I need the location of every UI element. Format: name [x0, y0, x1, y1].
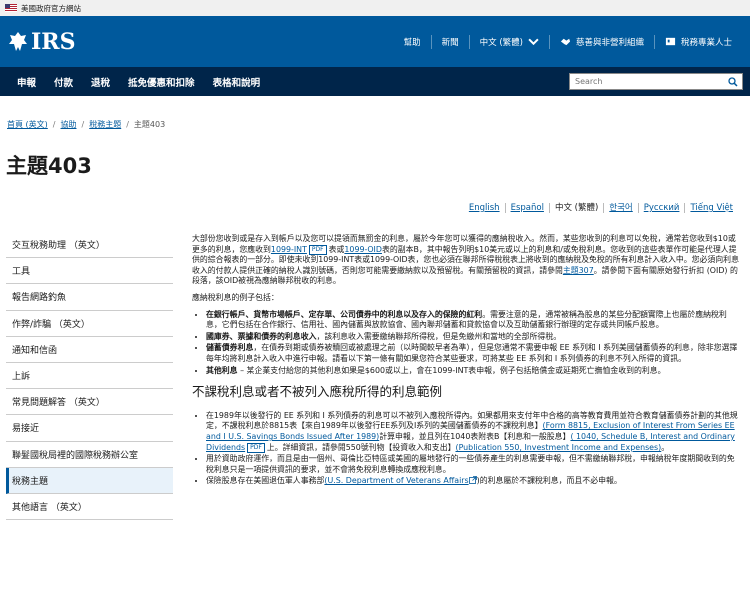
list-item: 國庫券、票據和債券的利息收入，該利息收入需要繳納聯邦所得稅，但是免繳州和當地的全…: [206, 332, 739, 343]
nav-forms-instructions[interactable]: 表格和說明: [204, 75, 270, 89]
nav-credits-deductions[interactable]: 抵免優惠和扣除: [119, 75, 204, 89]
charities-label: 慈善與非營利組織: [575, 37, 644, 48]
nontaxable-heading: 不課稅利息或者不被列入應稅所得的利息範例: [192, 384, 443, 400]
side-nav: 交互稅務助理 （英文） 工具 報告網路釣魚 作弊/詐騙 （英文） 通知和信函 上…: [6, 232, 173, 521]
list-item-text: ，在債券到期或債券被贖回或被處理之前（以時間較早者為準），但是您通常不需要申報 …: [206, 343, 738, 363]
id-card-icon: [665, 37, 676, 46]
breadcrumb-separator: /: [126, 120, 129, 129]
help-label: 幫助: [403, 37, 421, 48]
gov-banner-text: 美國政府官方網站: [21, 3, 81, 13]
page-title: 主題403: [6, 154, 92, 178]
breadcrumb-tax-topics[interactable]: 稅務主題: [89, 119, 121, 130]
lang-chinese-traditional: 中文 (繁體): [548, 203, 603, 213]
sidenav-item-other-languages[interactable]: 其他語言 （英文）: [6, 494, 173, 521]
tax-pros-link[interactable]: 稅務專業人士: [653, 34, 742, 49]
utility-nav: 幫助 新聞 中文 (繁體) 慈善與非營利組織 稅務專業人士: [394, 34, 742, 49]
logo-text: IRS: [31, 28, 76, 55]
list-item: 其他利息 – 某企業支付給您的其他利息如果是$600或以上，會在1099-INT…: [206, 366, 739, 377]
lang-korean[interactable]: 한국어: [609, 203, 632, 213]
veterans-affairs-link[interactable]: (U.S. Department of Veterans Affairs: [324, 476, 468, 485]
language-selector[interactable]: 中文 (繁體): [468, 34, 549, 49]
lang-spanish[interactable]: Español: [511, 203, 544, 213]
tax-pros-label: 稅務專業人士: [680, 37, 732, 48]
list-item-text: 。: [661, 442, 670, 452]
list-item-bold: 其他利息: [206, 365, 238, 375]
list-item: 在銀行帳戶、貨幣市場帳戶、定存單、公司債券中的利息以及存入的保險的紅利。需要注意…: [206, 310, 739, 331]
language-links: English Español 中文 (繁體) 한국어 Русский Tiến…: [464, 203, 738, 213]
list-item-text: )的利息屬於不課稅利息，而且不必申報。: [476, 476, 622, 486]
gov-banner: 美國政府官方網站: [0, 0, 750, 16]
news-label: 新聞: [441, 37, 459, 48]
intro-text: 表或: [328, 244, 345, 254]
sidenav-item-faq[interactable]: 常見問題解答 （英文）: [6, 389, 173, 416]
lang-english[interactable]: English: [469, 203, 500, 213]
form-1099-int-link[interactable]: 1099-INT: [271, 245, 307, 254]
list-item: 在1989年以後發行的 EE 系列和 I 系列債券的利息可以不被列入應稅所得內。…: [206, 411, 739, 453]
breadcrumb-help[interactable]: 協助: [61, 119, 77, 130]
breadcrumb-separator: /: [52, 120, 56, 129]
sidenav-item-interactive-assistant[interactable]: 交互稅務助理 （英文）: [6, 232, 173, 259]
sidenav-item-fraud-scams[interactable]: 作弊/詐騙 （英文）: [6, 311, 173, 337]
nav-file[interactable]: 申報: [8, 75, 45, 89]
nontaxable-interest-list: 在1989年以後發行的 EE 系列和 I 系列債券的利息可以不被列入應稅所得內。…: [192, 411, 739, 487]
lang-vietnamese[interactable]: Tiếng Việt: [690, 203, 733, 213]
sidenav-item-accessibility[interactable]: 易接近: [6, 415, 173, 442]
list-item: 用於資助政府運作，而且是由一個州、哥倫比亞特區或美國的屬地發行的一些債券產生的利…: [206, 454, 739, 475]
list-item-bold: 國庫券、票據和債券的利息收入: [206, 331, 317, 341]
list-item: 保險股息存在美國退伍軍人事務部(U.S. Department of Veter…: [206, 476, 739, 487]
intro-paragraph: 大部份您收到或是存入到帳戶以及您可以提領而無罰金的利息，屬於今年您可以獲得的應納…: [192, 234, 739, 287]
sidenav-item-international[interactable]: 聯髮國稅局裡的國際稅務辦公室: [6, 442, 173, 468]
sidenav-item-report-phishing[interactable]: 報告網路釣魚: [6, 284, 173, 311]
handshake-icon: [560, 38, 571, 46]
sidenav-item-appeals[interactable]: 上訴: [6, 363, 173, 390]
breadcrumb-separator: /: [81, 120, 85, 129]
breadcrumb-home[interactable]: 首頁 (英文): [7, 119, 48, 130]
publication-550-link[interactable]: (Publication 550, Investment Income and …: [455, 443, 661, 452]
taxable-interest-list: 在銀行帳戶、貨幣市場帳戶、定存單、公司債券中的利息以及存入的保險的紅利。需要注意…: [192, 310, 739, 377]
examples-heading: 應納稅利息的例子包括：: [192, 292, 279, 302]
irs-logo[interactable]: IRS: [8, 29, 75, 55]
eagle-icon: [8, 31, 28, 53]
chevron-down-icon: [528, 38, 539, 46]
breadcrumb: 首頁 (英文) / 協助 / 稅務主題 / 主題403: [7, 119, 165, 130]
list-item-text: 計算申報，並且列在1040表附表B【利息和一般股息】: [379, 432, 571, 442]
sidenav-item-tax-topics[interactable]: 稅務主題: [6, 467, 173, 494]
pdf-badge: PDF: [308, 244, 327, 255]
topic-307-link[interactable]: 主題307: [563, 266, 594, 275]
list-item-text: 保險股息存在美國退伍軍人事務部: [206, 476, 325, 486]
list-item-bold: 在銀行帳戶、貨幣市場帳戶、定存單、公司債券中的利息以及存入的保險的紅利: [206, 309, 483, 319]
sidenav-item-notices-letters[interactable]: 通知和信函: [6, 337, 173, 363]
search-icon: [728, 76, 738, 87]
language-label: 中文 (繁體): [479, 37, 523, 48]
form-1099-oid-link[interactable]: 1099-OID: [344, 245, 382, 254]
nav-refunds[interactable]: 退稅: [82, 75, 119, 89]
main-content: 大部份您收到或是存入到帳戶以及您可以提領而無罰金的利息，屬於今年您可以獲得的應納…: [192, 234, 739, 493]
breadcrumb-current: 主題403: [133, 120, 166, 129]
us-flag-icon: [5, 4, 17, 12]
list-item-text: ，該利息收入需要繳納聯邦所得稅，但是免繳州和當地的全部所得稅。: [316, 331, 562, 341]
search-box: [569, 73, 743, 90]
site-header: IRS 幫助 新聞 中文 (繁體) 慈善與非營利組織 稅務專業人士: [0, 16, 750, 67]
charities-link[interactable]: 慈善與非營利組織: [548, 34, 654, 49]
main-nav: 申報 付款 退稅 抵免優惠和扣除 表格和說明: [0, 67, 750, 96]
list-item-text: 上。詳細資訊，請參閱550號刊物【投資收入和支出】: [266, 442, 456, 452]
search-button[interactable]: [724, 74, 742, 89]
list-item-bold: 儲蓄債券利息: [206, 343, 254, 353]
nav-pay[interactable]: 付款: [45, 75, 82, 89]
list-item: 儲蓄債券利息，在債券到期或債券被贖回或被處理之前（以時間較早者為準），但是您通常…: [206, 343, 739, 364]
news-link[interactable]: 新聞: [430, 34, 469, 49]
pdf-badge: PDF: [247, 442, 265, 453]
lang-russian[interactable]: Русский: [644, 203, 680, 213]
list-item-text: – 某企業支付給您的其他利息如果是$600或以上，會在1099-INT表申報，例…: [237, 365, 666, 375]
search-input[interactable]: [570, 74, 724, 89]
sidenav-item-tools[interactable]: 工具: [6, 258, 173, 285]
external-link-icon: [468, 476, 477, 485]
help-link[interactable]: 幫助: [394, 35, 431, 49]
